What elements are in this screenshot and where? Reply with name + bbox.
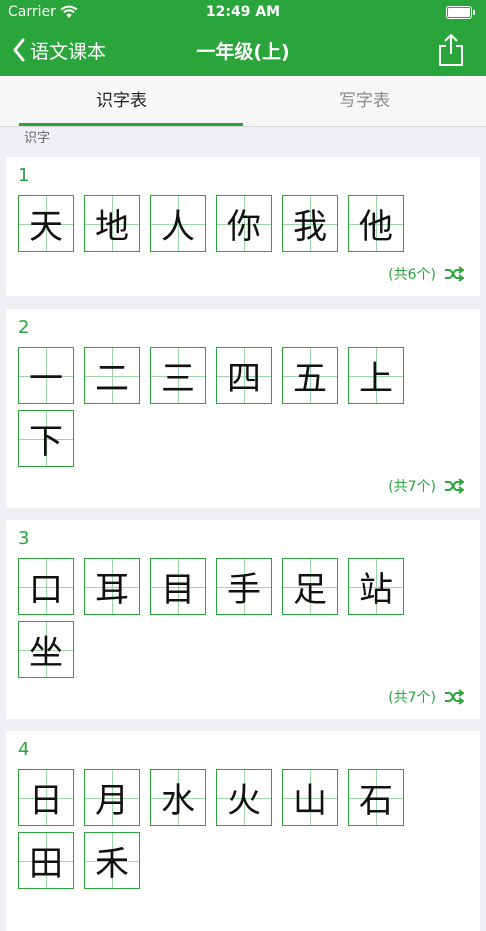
chevron-left-icon: [13, 38, 25, 62]
character-cell[interactable]: 水: [150, 769, 206, 826]
character-cell[interactable]: 二: [84, 347, 140, 404]
character-cell[interactable]: 天: [18, 195, 74, 252]
character-cell[interactable]: 一: [18, 347, 74, 404]
share-icon[interactable]: [436, 32, 466, 68]
character-count-label: (共7个): [388, 690, 436, 706]
back-button[interactable]: 语文课本: [12, 36, 106, 64]
character-cell[interactable]: 耳: [84, 558, 140, 615]
back-button-label: 语文课本: [30, 40, 107, 63]
character-cell[interactable]: 目: [150, 558, 206, 615]
lesson-card: 2 一二三四五上下 (共7个): [6, 309, 480, 508]
character-cell[interactable]: 下: [18, 410, 74, 467]
shuffle-button[interactable]: (共7个): [388, 476, 464, 496]
character-cell[interactable]: 人: [150, 195, 206, 252]
character-cell[interactable]: 石: [348, 769, 404, 826]
battery-icon: [446, 6, 475, 19]
lesson-card: 1 天地人你我他 (共6个): [6, 157, 480, 296]
character-cell[interactable]: 火: [216, 769, 272, 826]
lesson-number: 1: [18, 165, 30, 186]
character-cell[interactable]: 五: [282, 347, 338, 404]
character-cell[interactable]: 上: [348, 347, 404, 404]
lesson-card: 4 日月水火山石田禾: [6, 731, 480, 931]
active-tab-indicator: [19, 123, 243, 126]
character-cell[interactable]: 他: [348, 195, 404, 252]
character-cell[interactable]: 口: [18, 558, 74, 615]
character-cell[interactable]: 田: [18, 832, 74, 889]
character-cell[interactable]: 你: [216, 195, 272, 252]
shuffle-icon: [445, 266, 464, 282]
shuffle-icon: [445, 478, 464, 494]
character-count-label: (共7个): [388, 479, 436, 495]
character-cell[interactable]: 手: [216, 558, 272, 615]
character-count-label: (共6个): [388, 267, 436, 283]
character-cell[interactable]: 足: [282, 558, 338, 615]
tab-recognize-characters[interactable]: 识字表: [0, 76, 243, 126]
character-cell[interactable]: 山: [282, 769, 338, 826]
section-header: 识字: [24, 131, 51, 146]
lesson-number: 3: [18, 528, 30, 549]
shuffle-button[interactable]: (共7个): [388, 687, 464, 707]
character-cell[interactable]: 站: [348, 558, 404, 615]
status-time: 12:49 AM: [205, 4, 281, 20]
character-cell[interactable]: 坐: [18, 621, 74, 678]
character-cell[interactable]: 日: [18, 769, 74, 826]
tab-bar: 识字表 写字表: [0, 76, 486, 127]
lesson-number: 2: [18, 317, 30, 338]
character-cell[interactable]: 月: [84, 769, 140, 826]
character-cell[interactable]: 三: [150, 347, 206, 404]
character-cell[interactable]: 四: [216, 347, 272, 404]
shuffle-icon: [445, 689, 464, 705]
character-cell[interactable]: 地: [84, 195, 140, 252]
shuffle-button[interactable]: (共6个): [388, 264, 464, 284]
status-bar: Carrier 12:49 AM: [0, 0, 486, 24]
character-cell[interactable]: 我: [282, 195, 338, 252]
character-cell[interactable]: 禾: [84, 832, 140, 889]
lesson-number: 4: [18, 739, 30, 760]
lesson-card: 3 口耳目手足站坐 (共7个): [6, 520, 480, 719]
tab-write-characters[interactable]: 写字表: [243, 76, 486, 126]
navigation-bar: 语文课本 一年级(上): [0, 24, 486, 76]
